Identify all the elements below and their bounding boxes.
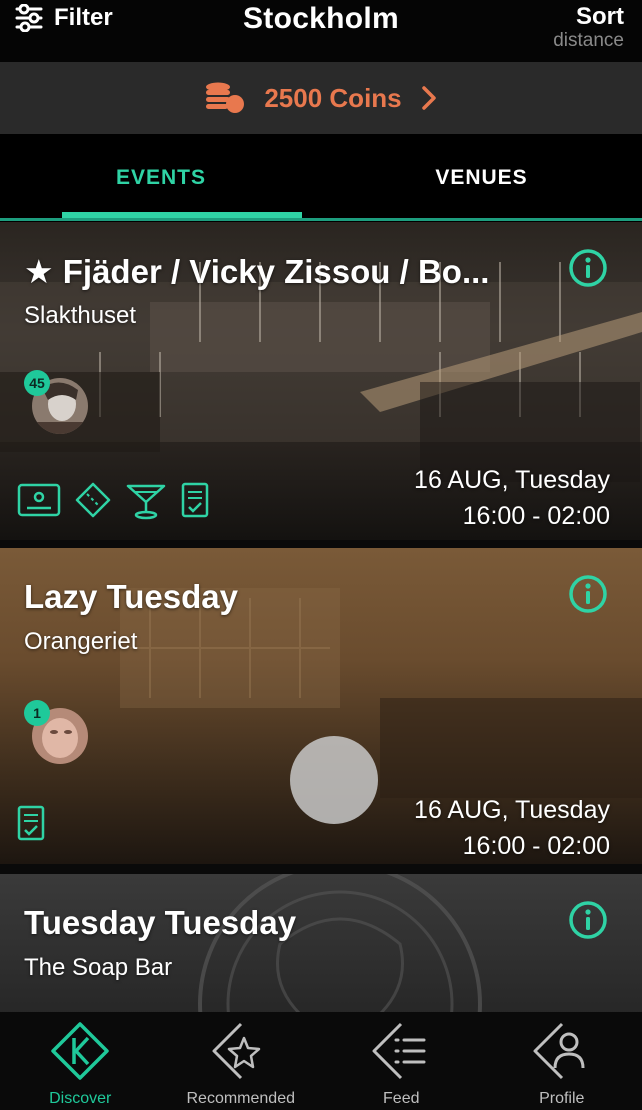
ticket-icon — [75, 482, 111, 518]
nav-label: Profile — [539, 1090, 585, 1107]
tab-events[interactable]: EVENTS — [20, 134, 302, 222]
cocktail-icon — [126, 484, 166, 520]
tab-venues[interactable]: VENUES — [321, 134, 642, 222]
chevron-right-icon — [421, 86, 436, 110]
list-icon — [372, 1022, 426, 1080]
event-venue: Orangeriet — [24, 628, 138, 655]
coins-balance: 2500 Coins — [264, 82, 402, 113]
event-features — [16, 480, 210, 520]
event-title: Tuesday Tuesday — [24, 904, 297, 941]
top-bar: Filter Stockholm Sort distance — [0, 0, 642, 62]
event-features — [16, 804, 46, 842]
event-time: 16:00 - 02:00 — [462, 832, 610, 860]
sort-button[interactable]: Sort distance — [553, 4, 624, 52]
bottom-nav: Discover Recommended Feed Profile — [0, 1012, 642, 1110]
event-background-image — [198, 874, 482, 1014]
attendee-count-badge: 1 — [24, 700, 50, 726]
info-icon[interactable] — [568, 574, 608, 614]
event-card[interactable]: Tuesday Tuesday The Soap Bar — [0, 874, 642, 1014]
event-date: 16 AUG, Tuesday — [414, 466, 610, 494]
info-icon[interactable] — [568, 900, 608, 940]
nav-profile[interactable]: Profile — [482, 1012, 642, 1110]
page-title: Stockholm — [242, 2, 400, 35]
event-date: 16 AUG, Tuesday — [414, 796, 610, 824]
coins-button[interactable]: 2500 Coins — [0, 62, 642, 134]
event-datetime: 16 AUG, Tuesday 16:00 - 02:00 — [414, 462, 610, 534]
nav-label: Discover — [49, 1090, 112, 1107]
discover-icon — [51, 1022, 109, 1080]
nav-recommended[interactable]: Recommended — [161, 1012, 322, 1110]
info-icon[interactable] — [568, 248, 608, 288]
event-title: ★ Fjäder / Vicky Zissou / Bo... — [24, 253, 490, 290]
id-card-icon — [17, 483, 61, 517]
event-card[interactable]: ★ Fjäder / Vicky Zissou / Bo... Slakthus… — [0, 222, 642, 540]
checklist-icon — [181, 482, 209, 518]
card-divider — [0, 540, 642, 548]
nav-feed[interactable]: Feed — [321, 1012, 482, 1110]
tab-divider — [0, 218, 642, 221]
nav-label: Recommended — [186, 1090, 296, 1107]
sort-label: Sort — [576, 3, 624, 30]
attendee-count-badge: 45 — [24, 370, 50, 396]
coins-icon — [206, 82, 245, 113]
event-time: 16:00 - 02:00 — [462, 502, 610, 530]
card-divider — [0, 864, 642, 874]
sort-mode: distance — [553, 30, 624, 51]
event-title: Lazy Tuesday — [24, 578, 238, 615]
event-venue: The Soap Bar — [24, 954, 173, 981]
nav-label: Feed — [383, 1090, 420, 1107]
star-icon — [212, 1022, 260, 1080]
nav-discover[interactable]: Discover — [0, 1012, 161, 1110]
tab-bar: EVENTS VENUES — [0, 134, 642, 222]
checklist-icon — [17, 805, 45, 841]
event-venue: Slakthuset — [24, 302, 137, 329]
event-datetime: 16 AUG, Tuesday 16:00 - 02:00 — [414, 792, 610, 864]
user-icon — [533, 1022, 585, 1080]
touch-indicator — [290, 736, 378, 824]
